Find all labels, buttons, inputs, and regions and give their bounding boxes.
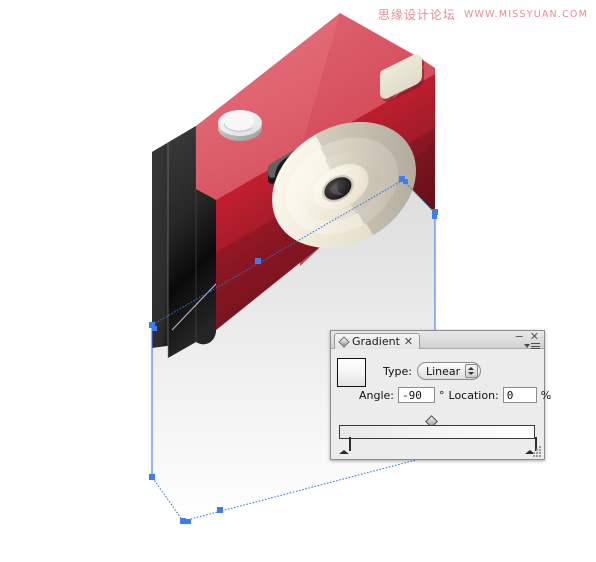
canvas-stage: 思缘设计论坛 WWW.MISSYUAN.COM Gradient ✕ − ✕ T… [0, 0, 596, 562]
location-unit: % [540, 388, 552, 402]
camera-artwork[interactable] [0, 0, 596, 562]
window-controls[interactable]: − ✕ [515, 331, 539, 343]
gradient-panel[interactable]: Gradient ✕ − ✕ Type: Linear Angle: -90 °… [330, 330, 551, 460]
gradient-type-select[interactable]: Linear [416, 362, 481, 380]
chevron-down-icon [524, 344, 530, 348]
stepper-arrows-icon[interactable] [464, 364, 478, 378]
close-icon[interactable]: ✕ [404, 336, 413, 347]
minimize-icon[interactable]: − [515, 331, 524, 343]
gradient-preview-swatch[interactable] [337, 358, 366, 387]
location-label: Location: [448, 388, 499, 402]
panel-titlebar[interactable]: Gradient ✕ − ✕ [331, 331, 544, 349]
location-input[interactable]: 0 [502, 387, 537, 403]
gradient-track[interactable] [339, 425, 535, 439]
camera-shutter-button[interactable] [218, 110, 262, 141]
angle-label: Angle: [359, 388, 395, 402]
angle-input[interactable]: -90 [398, 387, 436, 403]
gradient-diamond-icon [338, 335, 350, 348]
angle-unit: ° [439, 388, 445, 402]
panel-title: Gradient [352, 335, 400, 348]
window-close-icon[interactable]: ✕ [530, 331, 539, 343]
gradient-slider[interactable] [339, 415, 537, 454]
resize-grip-icon[interactable] [531, 446, 542, 457]
type-label: Type: [383, 364, 412, 378]
angle-location-row: Angle: -90 ° Location: 0 % [359, 387, 551, 403]
gradient-stop-start[interactable] [339, 437, 351, 454]
type-row: Type: Linear [383, 362, 481, 380]
gradient-type-value: Linear [425, 364, 461, 378]
tab-gradient[interactable]: Gradient ✕ [334, 333, 421, 349]
panel-body: Type: Linear Angle: -90 ° Location: 0 % [331, 349, 551, 459]
